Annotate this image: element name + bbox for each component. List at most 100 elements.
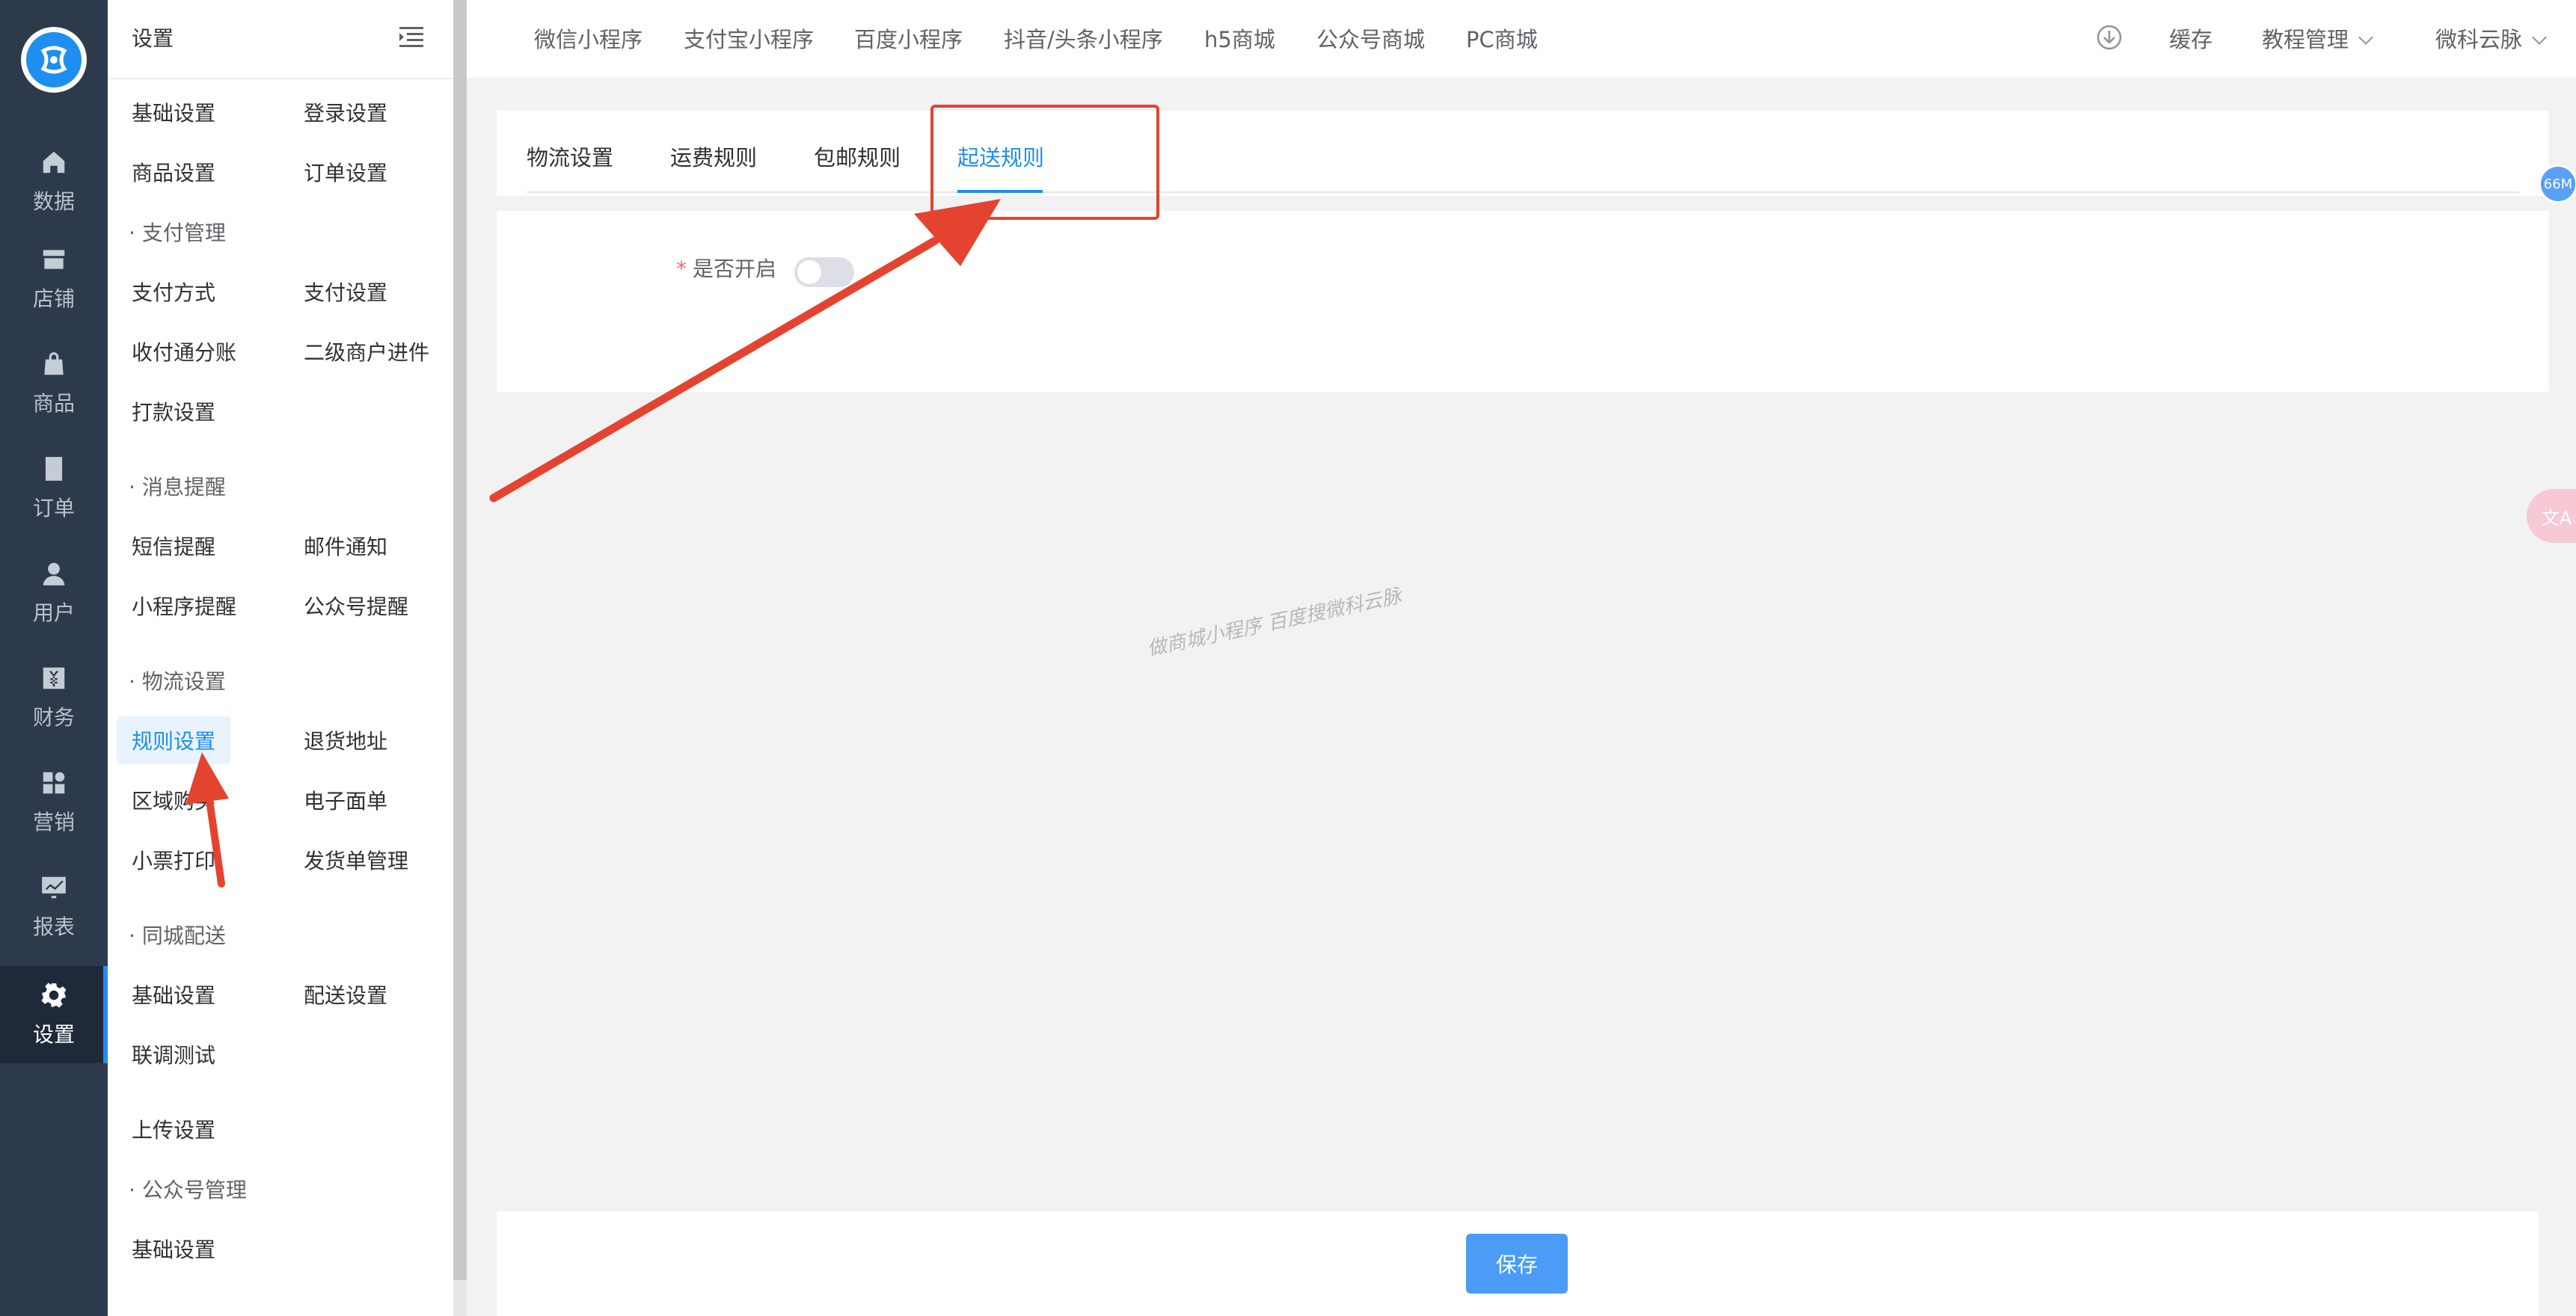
save-bar: 保存: [497, 1211, 2539, 1316]
menu-email-notify[interactable]: 邮件通知: [304, 531, 387, 561]
nav-label: 财务: [32, 705, 75, 730]
menu-shipping-manage[interactable]: 发货单管理: [304, 845, 408, 875]
watermark: 做商城小程序 百度搜微科云脉: [1145, 585, 1404, 661]
tabs-separator: [497, 196, 2549, 211]
group-label: 支付管理: [141, 221, 226, 245]
menu-rule-settings[interactable]: 规则设置: [117, 716, 231, 764]
nav-item-reports[interactable]: 报表: [0, 858, 108, 956]
menu-return-address[interactable]: 退货地址: [304, 725, 387, 755]
menu-city-delivery-settings[interactable]: 配送设置: [304, 980, 387, 1009]
menu-ticket-print[interactable]: 小票打印: [132, 845, 215, 875]
menu-sub-merchant[interactable]: 二级商户进件: [304, 336, 429, 366]
nav-label: 用户: [32, 600, 75, 625]
group-label: 公众号管理: [141, 1178, 247, 1202]
tutorial-label: 教程管理: [2262, 27, 2349, 52]
finance-icon: [43, 667, 65, 689]
translate-button[interactable]: 文A: [2527, 489, 2576, 543]
top-link-alipay-mini[interactable]: 支付宝小程序: [684, 22, 814, 54]
memory-badge[interactable]: 66M: [2539, 164, 2576, 203]
menu-mp-basic[interactable]: 基础设置: [132, 1234, 215, 1264]
document-icon: [45, 457, 63, 481]
nav-label: 设置: [32, 1022, 75, 1047]
menu-split-account[interactable]: 收付通分账: [132, 336, 236, 366]
tab-free-shipping-rules[interactable]: 包邮规则: [814, 141, 901, 172]
menu-group-city-delivery: · 同城配送: [129, 923, 226, 948]
top-link-wechat-mini[interactable]: 微信小程序: [534, 22, 643, 54]
home-icon: [43, 151, 65, 173]
main-nav: 数据 店铺 商品 订单 用户 财务 营销 报表 设置: [0, 0, 108, 1316]
required-mark: *: [676, 256, 687, 281]
top-link-mp-mall[interactable]: 公众号商城: [1316, 22, 1425, 54]
top-link-douyin-mini[interactable]: 抖音/头条小程序: [1004, 22, 1163, 54]
menu-mp-remind[interactable]: 公众号提醒: [304, 591, 408, 621]
menu-order-settings[interactable]: 订单设置: [304, 157, 387, 187]
menu-sms-remind[interactable]: 短信提醒: [132, 531, 215, 561]
user-icon: [43, 562, 65, 585]
settings-submenu: 设置 基础设置 登录设置 商品设置 订单设置 · 支付管理 支付方式 支付设置 …: [108, 0, 453, 1316]
nav-label: 店铺: [32, 286, 75, 311]
top-link-pc-mall[interactable]: PC商城: [1466, 22, 1538, 54]
menu-e-waybill[interactable]: 电子面单: [304, 785, 387, 815]
nav-label: 商品: [32, 391, 75, 416]
group-label: 同城配送: [141, 923, 226, 948]
gear-icon: [41, 983, 67, 1008]
apps-icon: [43, 772, 65, 794]
nav-label: 数据: [32, 189, 75, 214]
top-bar: 微信小程序 支付宝小程序 百度小程序 抖音/头条小程序 h5商城 公众号商城 P…: [467, 0, 2576, 78]
tab-logistics-settings[interactable]: 物流设置: [527, 141, 613, 172]
menu-mini-remind[interactable]: 小程序提醒: [132, 591, 236, 621]
group-label: 消息提醒: [141, 475, 226, 499]
menu-pay-method[interactable]: 支付方式: [132, 277, 215, 307]
translate-icon: 文A: [2541, 507, 2572, 529]
user-menu[interactable]: 微科云脉: [2435, 22, 2547, 54]
menu-transfer-settings[interactable]: 打款设置: [132, 396, 215, 426]
nav-item-finance[interactable]: 财务: [0, 649, 108, 746]
submenu-title: 设置: [132, 26, 174, 51]
nav-item-users[interactable]: 用户: [0, 544, 108, 642]
nav-item-orders[interactable]: 订单: [0, 440, 108, 537]
menu-group-messages: · 消息提醒: [129, 475, 226, 499]
annotation-highlight-box: [930, 105, 1159, 220]
nav-label: 营销: [32, 810, 75, 834]
tab-freight-rules[interactable]: 运费规则: [670, 141, 757, 172]
nav-item-data[interactable]: 数据: [0, 133, 108, 230]
chart-icon: [42, 876, 66, 899]
app-logo[interactable]: [21, 27, 87, 93]
user-name: 微科云脉: [2435, 27, 2523, 52]
menu-upload-settings[interactable]: 上传设置: [132, 1114, 215, 1144]
menu-goods-settings[interactable]: 商品设置: [132, 157, 215, 187]
submenu-scrollbar-thumb[interactable]: [453, 0, 467, 1280]
enable-field-label: * 是否开启: [676, 253, 776, 283]
store-icon: [43, 250, 65, 269]
menu-group-logistics: · 物流设置: [129, 669, 226, 694]
menu-joint-test[interactable]: 联调测试: [132, 1039, 215, 1069]
menu-pay-settings[interactable]: 支付设置: [304, 277, 387, 307]
divider: [108, 78, 453, 79]
switch-knob: [797, 260, 821, 284]
top-link-baidu-mini[interactable]: 百度小程序: [854, 22, 963, 54]
bag-icon: [44, 352, 64, 375]
nav-item-marketing[interactable]: 营销: [0, 754, 108, 851]
menu-region-buy[interactable]: 区域购买: [132, 785, 215, 815]
menu-group-mp: · 公众号管理: [129, 1178, 247, 1202]
logo-icon: [26, 32, 82, 87]
chevron-down-icon: [2532, 30, 2547, 45]
menu-basic-settings[interactable]: 基础设置: [132, 97, 215, 127]
nav-item-goods[interactable]: 商品: [0, 335, 108, 432]
save-button[interactable]: 保存: [1466, 1234, 1568, 1294]
nav-item-settings[interactable]: 设置: [0, 966, 108, 1063]
cache-button[interactable]: 缓存: [2169, 22, 2212, 54]
collapse-menu-icon[interactable]: [396, 22, 426, 52]
nav-label: 订单: [32, 496, 75, 520]
menu-city-basic[interactable]: 基础设置: [132, 980, 215, 1009]
group-label: 物流设置: [141, 669, 226, 694]
tutorial-menu[interactable]: 教程管理: [2262, 22, 2373, 54]
top-link-h5-mall[interactable]: h5商城: [1204, 22, 1275, 54]
enable-switch[interactable]: [794, 257, 854, 287]
nav-item-store[interactable]: 店铺: [0, 230, 108, 328]
chevron-down-icon: [2358, 30, 2373, 45]
rules-card: 物流设置 运费规则 包邮规则 起送规则 * 是否开启: [497, 111, 2549, 392]
menu-group-payment: · 支付管理: [129, 221, 226, 245]
download-icon[interactable]: [2096, 24, 2123, 51]
menu-login-settings[interactable]: 登录设置: [304, 97, 387, 127]
